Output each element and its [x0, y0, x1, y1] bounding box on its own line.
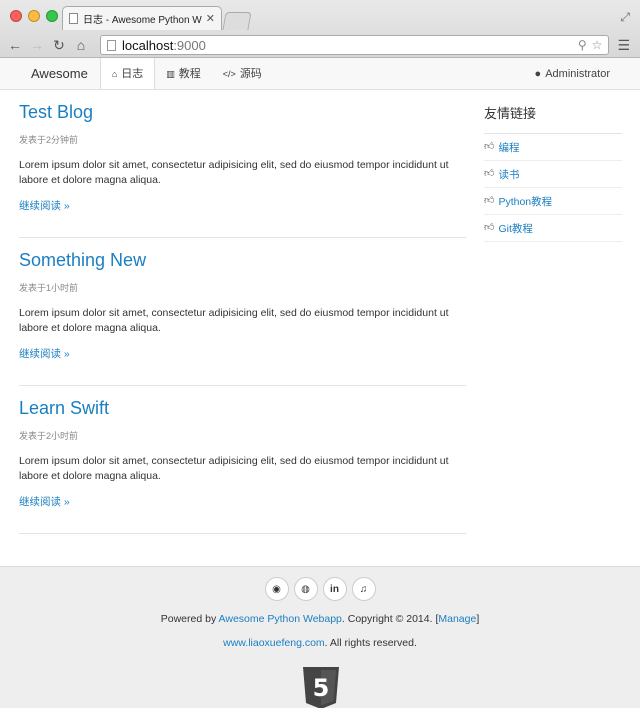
read-more-link[interactable]: 继续阅读 »	[19, 198, 466, 213]
browser-toolbar: ← → ↻ ⌂ localhost:9000 ⚲ ☆ ☰	[0, 32, 640, 58]
back-icon[interactable]: ←	[6, 37, 24, 53]
article-meta: 发表于2小时前	[19, 431, 79, 441]
minimize-window-button[interactable]	[28, 10, 40, 22]
footer: ◉ ◍ in ♫ Powered by Awesome Python Webap…	[0, 566, 640, 708]
nav-item-source[interactable]: </> 源码	[212, 58, 273, 89]
html5-logo-icon: 5	[303, 667, 339, 708]
thumbs-up-icon: 👍︎	[484, 141, 495, 152]
user-name: Administrator	[545, 67, 610, 80]
user-menu[interactable]: ● Administrator	[535, 58, 640, 89]
user-icon: ●	[534, 67, 542, 80]
tab-title: 日志 - Awesome Python Webapp	[83, 15, 202, 26]
brand-link[interactable]: Awesome	[0, 58, 100, 89]
sidebar-heading: 友情链接	[484, 103, 622, 134]
read-more-link[interactable]: 继续阅读 »	[19, 346, 466, 361]
twitter-icon[interactable]: ♫	[351, 577, 376, 601]
sidebar-link[interactable]: 👍︎ 编程	[484, 134, 622, 161]
nav-item-label: 源码	[239, 67, 262, 80]
powered-prefix: Powered by	[160, 613, 219, 625]
thumbs-up-icon: 👍︎	[484, 222, 495, 233]
browser-chrome: 日志 - Awesome Python Webapp ✕ ⤢ ← → ↻ ⌂ l…	[0, 0, 640, 58]
page-icon	[69, 13, 78, 24]
sidebar: 友情链接 👍︎ 编程 👍︎ 读书 👍︎ Python教程 👍︎ Git教程	[484, 90, 622, 242]
article-title[interactable]: Test Blog	[19, 102, 466, 122]
article-item: Test Blog 发表于2分钟前 Lorem ipsum dolor sit …	[19, 90, 466, 238]
sidebar-link-label: Git教程	[498, 223, 533, 235]
search-icon[interactable]: ⚲	[578, 38, 587, 52]
article-summary: Lorem ipsum dolor sit amet, consectetur …	[19, 455, 449, 482]
nav-item-blogs[interactable]: ⌂ 日志	[99, 58, 156, 89]
site-text: www.liaoxuefeng.com. All rights reserved…	[0, 637, 640, 649]
powered-by-text: Powered by Awesome Python Webapp. Copyri…	[0, 613, 640, 625]
sidebar-link-label: 读书	[498, 169, 520, 181]
html5-logo-text: 5	[313, 674, 330, 702]
thumbs-up-icon: 👍︎	[484, 168, 495, 179]
linkedin-icon[interactable]: in	[322, 577, 347, 601]
code-icon: </>	[222, 68, 236, 79]
sidebar-link[interactable]: 👍︎ Git教程	[484, 215, 622, 242]
social-links: ◉ ◍ in ♫	[0, 577, 640, 601]
article-summary: Lorem ipsum dolor sit amet, consectetur …	[19, 159, 449, 186]
new-tab-button[interactable]	[222, 12, 252, 30]
reload-icon[interactable]: ↻	[50, 37, 68, 54]
fullscreen-icon[interactable]: ⤢	[620, 10, 630, 25]
site-navbar: Awesome ⌂ 日志 ▥ 教程 </> 源码 ● Administrator	[0, 58, 640, 90]
article-meta: 发表于1小时前	[19, 283, 79, 293]
close-window-button[interactable]	[10, 10, 22, 22]
menu-icon[interactable]: ☰	[617, 37, 630, 54]
forward-icon[interactable]: →	[28, 37, 46, 53]
manage-link[interactable]: Manage	[438, 613, 476, 625]
home-button-icon[interactable]: ⌂	[72, 37, 90, 53]
copyright-text: . Copyright © 2014. [	[341, 613, 439, 625]
sidebar-link[interactable]: 👍︎ 读书	[484, 161, 622, 188]
weibo-icon[interactable]: ◉	[264, 577, 289, 601]
maximize-window-button[interactable]	[46, 10, 58, 22]
bracket-close: ]	[476, 613, 480, 625]
address-bar[interactable]: localhost:9000 ⚲ ☆	[100, 35, 610, 55]
close-tab-icon[interactable]: ✕	[206, 12, 215, 25]
article-item: Something New 发表于1小时前 Lorem ipsum dolor …	[19, 238, 466, 386]
site-link[interactable]: www.liaoxuefeng.com	[223, 637, 325, 649]
github-icon[interactable]: ◍	[293, 577, 318, 601]
sidebar-link-label: Python教程	[498, 196, 553, 208]
window-controls	[10, 10, 58, 22]
article-title[interactable]: Learn Swift	[19, 398, 466, 418]
page-icon	[107, 39, 116, 51]
nav-item-tutorial[interactable]: ▥ 教程	[155, 58, 212, 89]
url-host: localhost	[122, 37, 174, 53]
book-icon: ▥	[166, 68, 175, 79]
url-port: :9000	[173, 37, 206, 53]
sidebar-link[interactable]: 👍︎ Python教程	[484, 188, 622, 215]
nav-item-label: 教程	[178, 67, 201, 80]
article-meta: 发表于2分钟前	[19, 135, 79, 145]
article-title[interactable]: Something New	[19, 250, 466, 270]
article-summary: Lorem ipsum dolor sit amet, consectetur …	[19, 307, 449, 334]
browser-tab[interactable]: 日志 - Awesome Python Webapp ✕	[62, 6, 222, 30]
rights-text: . All rights reserved.	[324, 637, 417, 649]
thumbs-up-icon: 👍︎	[484, 195, 495, 206]
article-item: Learn Swift 发表于2小时前 Lorem ipsum dolor si…	[19, 386, 466, 534]
project-link[interactable]: Awesome Python Webapp	[219, 613, 342, 625]
article-list: Test Blog 发表于2分钟前 Lorem ipsum dolor sit …	[19, 90, 466, 534]
bookmark-star-icon[interactable]: ☆	[592, 38, 603, 52]
read-more-link[interactable]: 继续阅读 »	[19, 494, 466, 509]
nav-item-label: 日志	[121, 67, 144, 80]
sidebar-link-label: 编程	[498, 142, 520, 154]
home-icon: ⌂	[111, 68, 118, 79]
